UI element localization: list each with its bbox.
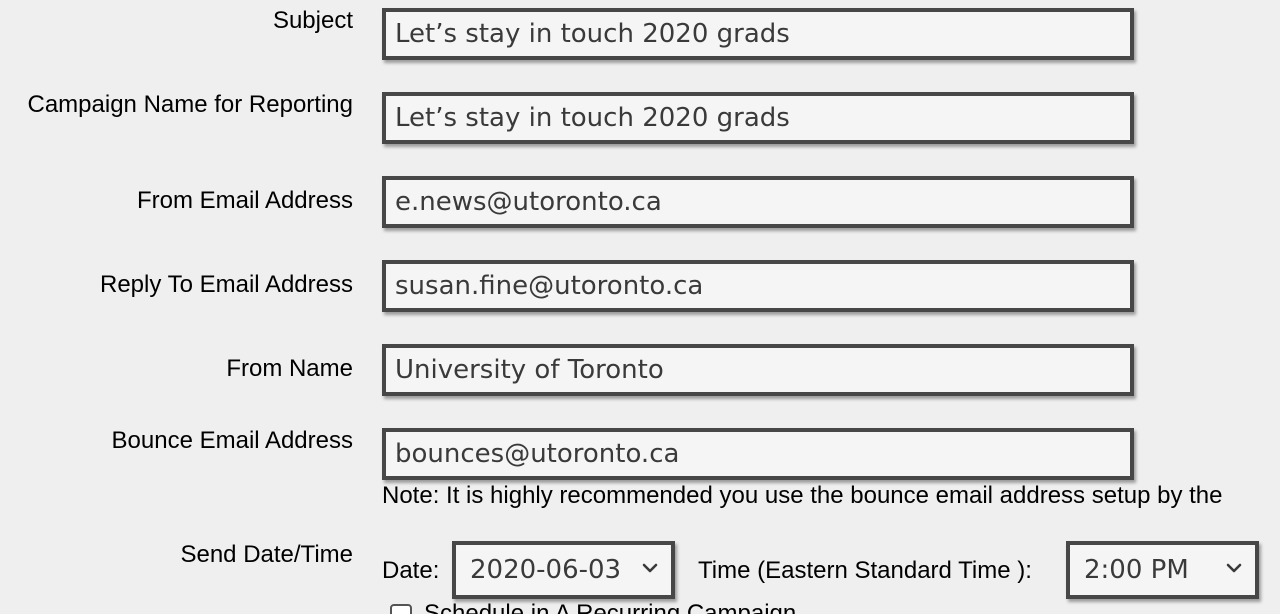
campaign-settings-form: Subject Campaign Name for Reporting From…: [0, 0, 1280, 614]
bounce-email-label: Bounce Email Address: [111, 427, 353, 454]
send-datetime-label: Send Date/Time: [180, 541, 353, 568]
time-select[interactable]: 2:00 PM: [1066, 541, 1259, 599]
from-email-input[interactable]: [382, 176, 1134, 228]
from-name-label: From Name: [226, 355, 353, 382]
subject-label: Subject: [272, 7, 353, 34]
recurring-campaign-label: Schedule in A Recurring Campaign: [424, 600, 797, 614]
subject-input[interactable]: [382, 8, 1134, 60]
chevron-down-icon: [1226, 563, 1242, 573]
bounce-note: Note: It is highly recommended you use t…: [382, 482, 1223, 509]
date-select[interactable]: 2020-06-03: [452, 541, 675, 599]
from-name-input[interactable]: [382, 344, 1134, 396]
reply-to-email-input[interactable]: [382, 260, 1134, 312]
chevron-down-icon: [642, 563, 658, 573]
date-label: Date:: [382, 557, 440, 584]
date-select-value: 2020-06-03: [470, 555, 622, 585]
from-email-label: From Email Address: [136, 187, 353, 214]
recurring-campaign-checkbox[interactable]: [390, 604, 412, 614]
time-label: Time (Eastern Standard Time ):: [698, 557, 1032, 584]
time-select-value: 2:00 PM: [1084, 555, 1189, 585]
reply-to-email-label: Reply To Email Address: [99, 271, 353, 298]
campaign-name-label: Campaign Name for Reporting: [27, 91, 354, 118]
bounce-email-input[interactable]: [382, 428, 1134, 480]
campaign-name-input[interactable]: [382, 92, 1134, 144]
